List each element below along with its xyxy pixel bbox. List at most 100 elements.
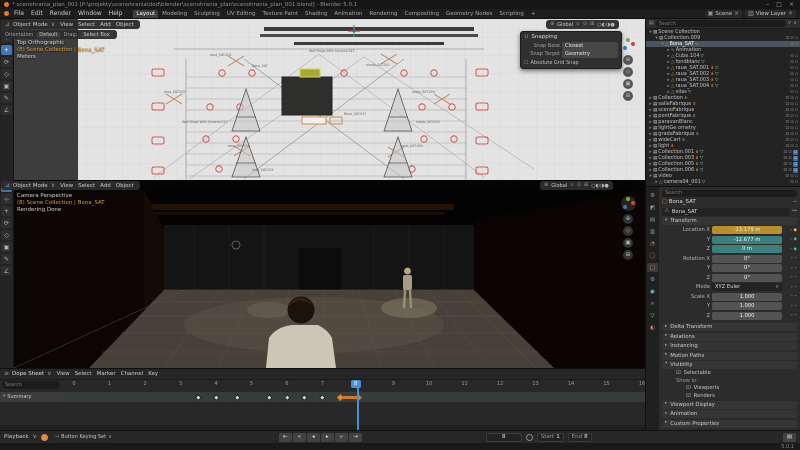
close-button[interactable]: × [789,1,794,8]
hide-toggle-icon[interactable]: ⊙ [790,138,794,143]
keyframe-decorator-icon[interactable]: ∙ [794,285,797,290]
lock-icon[interactable]: ∘ [790,266,793,271]
keyframe-decorator-icon[interactable]: ∙ [794,313,797,318]
rotation-mode-dropdown[interactable]: XYZ Euler∨ [712,283,782,291]
overlays-toggle-icon[interactable]: ⊞ [590,22,594,27]
playhead-frame-badge[interactable]: 8 [351,380,361,388]
menu-marker[interactable]: Marker [95,371,118,377]
grid-icon[interactable]: ⊞ [623,91,633,101]
hide-toggle-icon[interactable]: ⊙ [790,96,794,101]
lock-icon[interactable]: ∘ [790,228,793,233]
snap-magnet-icon[interactable]: ∪ [570,183,574,188]
scale-tool-icon[interactable]: ◇ [1,230,12,240]
mode-selector[interactable]: Object Mode [13,183,48,189]
render-toggle-icon[interactable]: ▫ [795,78,798,83]
screen-toggle-icon[interactable]: ⊡ [783,150,787,155]
menubar-item-window[interactable]: Window [75,10,105,17]
hide-toggle-icon[interactable]: ⊙ [790,60,794,65]
render-toggle-icon[interactable]: ▫ [795,96,798,101]
camera-icon[interactable]: ▣ [623,238,633,248]
workspace-tab-texture-paint[interactable]: Texture Paint [260,10,302,18]
play-button[interactable]: ▸ [321,433,334,442]
overlays-toggle-icon[interactable]: ⊞ [584,183,588,188]
shading-mode-icons[interactable]: ○◐◑● [597,22,614,28]
checkbox-icon[interactable]: ☑ [686,393,691,399]
menu-select[interactable]: Select [73,371,94,377]
blender-menu-icon[interactable] [4,11,9,16]
hide-toggle-icon[interactable]: ⊙ [790,78,794,83]
jump-start-button[interactable]: ⇤ [279,433,292,442]
camera-icon[interactable]: ▣ [623,79,633,89]
properties-tab-output[interactable]: ▤ [647,215,658,224]
hide-toggle-icon[interactable]: ⊙ [790,132,794,137]
outliner-item-camera04-001[interactable]: ▸△camera04_001▽⊙▫ [646,179,800,185]
hide-toggle-icon[interactable]: ⊙ [790,66,794,71]
render-toggle-icon[interactable]: ▫ [795,90,798,95]
render-toggle-icon[interactable]: ▫ [795,84,798,89]
render-toggle-icon[interactable]: ▫ [795,138,798,143]
visibility-panel-header[interactable]: ▾ Visibility [662,361,797,369]
outliner-search-input[interactable]: Search [656,20,786,27]
timeline-options-icon[interactable]: ▤ [783,433,796,442]
keyframe-decorator-icon[interactable]: ◆ [794,247,797,252]
properties-tab-tool[interactable]: ⚙ [647,191,658,200]
pan-icon[interactable]: ◇ [623,226,633,236]
field-value[interactable]: 0° [712,264,782,272]
menu-view[interactable]: View [58,183,75,189]
render-toggle-icon[interactable]: ▫ [795,72,798,77]
render-toggle-icon[interactable]: ▫ [795,132,798,137]
render-toggle-icon[interactable]: ▫ [793,156,798,161]
move-tool-icon[interactable]: + [1,45,12,55]
render-toggle-icon[interactable]: ▫ [795,36,798,41]
lock-icon[interactable]: ∘ [790,237,793,242]
panel-header-animation[interactable]: ▸Animation [662,410,797,418]
keyframe-decorator-icon[interactable]: ∙ [794,275,797,280]
screen-toggle-icon[interactable]: ⊡ [785,120,789,125]
keyframe-decorator-icon[interactable]: ◆ [794,237,797,242]
field-value[interactable]: 1.000 [712,302,782,310]
screen-toggle-icon[interactable]: ⊡ [785,108,789,113]
library-override-icon[interactable]: ⊶ [792,209,797,214]
current-frame-field[interactable]: 8 [486,433,522,442]
panel-header-relations[interactable]: ▸Relations [662,333,797,341]
properties-tab-scene[interactable]: ◔ [647,239,658,248]
shading-mode-icons[interactable]: ○◐◑● [591,183,608,189]
checkbox-icon[interactable]: ☑ [686,385,691,391]
keyframe-decorator-icon[interactable]: ∙ [794,294,797,299]
frame-start-field[interactable]: Start 1 [537,433,564,442]
menu-view[interactable]: View [58,22,75,28]
render-toggle-icon[interactable]: ▫ [795,54,798,59]
render-toggle-icon[interactable]: ▫ [795,114,798,119]
lock-icon[interactable]: ∘ [790,275,793,280]
editor-type-icon[interactable]: ⊿ [5,22,10,28]
properties-tab-material[interactable]: ◐ [647,323,658,332]
hide-toggle-icon[interactable]: ⊙ [790,108,794,113]
filter-icon[interactable]: ⋎ [788,21,792,26]
properties-tab-object[interactable]: □ [647,263,658,272]
hide-toggle-icon[interactable]: ⊙ [790,126,794,131]
transform-tool-icon[interactable]: ▣ [1,242,12,252]
menubar-item-render[interactable]: Render [47,10,74,17]
menubar-item-help[interactable]: Help [106,10,126,17]
unlink-view-layer-icon[interactable]: × [788,11,793,17]
lock-icon[interactable]: ∘ [790,247,793,252]
panel-header-motion-paths[interactable]: ▸Motion Paths [662,352,797,360]
pin-icon[interactable]: ⊸ [793,200,797,205]
keyframe-decorator-icon[interactable]: ◆ [794,228,797,233]
screen-toggle-icon[interactable]: ⊡ [785,96,789,101]
play-reverse-button[interactable]: ◂ [307,433,320,442]
summary-channel[interactable]: ▾ Summary [0,392,64,402]
properties-tab-render[interactable]: ◩ [647,203,658,212]
field-value[interactable]: 1.000 [712,312,782,320]
properties-tab-world[interactable]: ◯ [647,251,658,260]
properties-tab-view-layer[interactable]: ▥ [647,227,658,236]
frame-end-field[interactable]: End 8 [568,433,592,442]
dope-sheet-search-input[interactable]: Search [2,381,60,389]
measure-tool-icon[interactable]: ∠ [1,266,12,276]
outliner-editor-icon[interactable]: ▤ [649,21,654,26]
orientation-selector[interactable]: Global [557,22,573,28]
annotate-tool-icon[interactable]: ✎ [1,254,12,264]
hide-toggle-icon[interactable]: ⊙ [790,42,794,47]
render-toggle-icon[interactable]: ▫ [795,126,798,131]
add-workspace-button[interactable]: + [528,10,539,18]
